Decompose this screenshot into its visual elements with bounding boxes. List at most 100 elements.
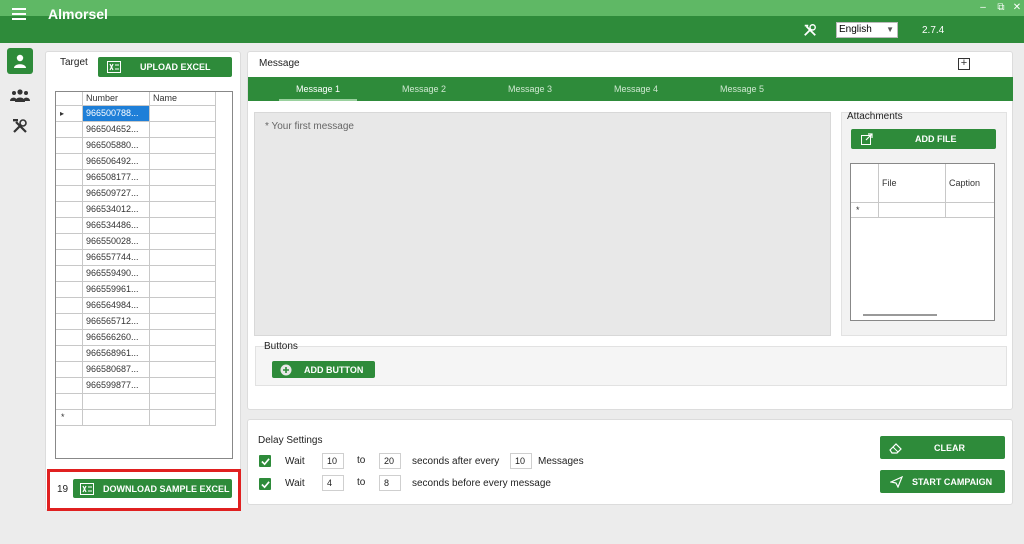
name-cell[interactable]: [150, 362, 216, 378]
name-cell[interactable]: [150, 330, 216, 346]
number-cell[interactable]: [83, 394, 150, 410]
sidebar-item-tools[interactable]: [7, 113, 33, 139]
name-cell[interactable]: [150, 154, 216, 170]
number-cell[interactable]: 966568961...: [83, 346, 150, 362]
name-cell[interactable]: [150, 314, 216, 330]
row-selector[interactable]: [56, 330, 83, 346]
row-selector[interactable]: [56, 282, 83, 298]
name-cell[interactable]: [150, 234, 216, 250]
number-cell[interactable]: 966580687...: [83, 362, 150, 378]
number-cell[interactable]: 966559961...: [83, 282, 150, 298]
row-header-cell: [851, 164, 879, 203]
number-cell[interactable]: 966509727...: [83, 186, 150, 202]
add-file-button[interactable]: ADD FILE: [851, 129, 996, 149]
numbers-table[interactable]: Number Name ▸ 966500788... 966504652... 96650…: [55, 91, 233, 459]
delay-after-min-input[interactable]: 10: [322, 453, 344, 469]
row-selector[interactable]: ▸: [56, 106, 83, 122]
hamburger-menu-icon[interactable]: [12, 6, 26, 20]
app-version: 2.7.4: [922, 25, 945, 36]
number-cell[interactable]: 966534012...: [83, 202, 150, 218]
row-selector[interactable]: [56, 234, 83, 250]
number-cell[interactable]: 966557744...: [83, 250, 150, 266]
number-cell[interactable]: 966566260...: [83, 330, 150, 346]
name-cell[interactable]: [150, 298, 216, 314]
delay-before-min-input[interactable]: 4: [322, 475, 344, 491]
row-selector[interactable]: [56, 346, 83, 362]
delay-after-checkbox[interactable]: [259, 455, 271, 467]
row-selector[interactable]: [56, 202, 83, 218]
attachments-table[interactable]: File Caption *: [850, 163, 995, 321]
column-header-name: Name: [150, 92, 216, 106]
tab-message-5[interactable]: Message 5: [689, 77, 795, 101]
name-cell[interactable]: [150, 202, 216, 218]
row-selector[interactable]: [56, 122, 83, 138]
row-selector[interactable]: [56, 394, 83, 410]
row-selector[interactable]: [56, 362, 83, 378]
name-cell[interactable]: [150, 170, 216, 186]
close-button[interactable]: ✕: [1008, 0, 1024, 16]
name-cell[interactable]: [150, 106, 216, 122]
row-selector[interactable]: [56, 314, 83, 330]
number-cell[interactable]: 966564984...: [83, 298, 150, 314]
minimize-button[interactable]: ‒: [974, 0, 992, 16]
buttons-label: Buttons: [264, 341, 298, 352]
number-cell[interactable]: [83, 410, 150, 426]
number-cell[interactable]: 966504652...: [83, 122, 150, 138]
tab-message-1[interactable]: Message 1: [265, 77, 371, 101]
row-selector[interactable]: [56, 186, 83, 202]
name-cell[interactable]: [150, 122, 216, 138]
settings-tools-icon[interactable]: [796, 16, 824, 43]
row-selector[interactable]: [56, 298, 83, 314]
name-cell[interactable]: [150, 266, 216, 282]
name-cell[interactable]: [150, 378, 216, 394]
row-selector[interactable]: [56, 378, 83, 394]
clear-button[interactable]: CLEAR: [880, 436, 1005, 459]
name-cell[interactable]: [150, 410, 216, 426]
number-cell[interactable]: 966565712...: [83, 314, 150, 330]
number-cell[interactable]: 966506492...: [83, 154, 150, 170]
tab-message-2[interactable]: Message 2: [371, 77, 477, 101]
horizontal-scrollbar[interactable]: [863, 314, 937, 316]
number-cell[interactable]: 966599877...: [83, 378, 150, 394]
start-campaign-button[interactable]: START CAMPAIGN: [880, 470, 1005, 493]
sidebar-item-person[interactable]: [7, 48, 33, 74]
tab-message-4[interactable]: Message 4: [583, 77, 689, 101]
tab-message-3[interactable]: Message 3: [477, 77, 583, 101]
number-cell[interactable]: 966550028...: [83, 234, 150, 250]
number-cell[interactable]: 966559490...: [83, 266, 150, 282]
row-selector[interactable]: [56, 154, 83, 170]
app-title: Almorsel: [48, 6, 108, 22]
wait-label: Wait: [285, 456, 305, 467]
row-selector[interactable]: [56, 170, 83, 186]
language-select[interactable]: English ▼: [836, 22, 898, 38]
number-cell[interactable]: 966508177...: [83, 170, 150, 186]
name-cell[interactable]: [150, 394, 216, 410]
message-textarea[interactable]: * Your first message: [254, 112, 831, 336]
add-button-button[interactable]: ADD BUTTON: [272, 361, 375, 378]
caption-cell[interactable]: [946, 203, 994, 218]
name-cell[interactable]: [150, 186, 216, 202]
row-selector[interactable]: [56, 218, 83, 234]
name-cell[interactable]: [150, 346, 216, 362]
sidebar-item-groups[interactable]: [7, 82, 33, 108]
number-cell[interactable]: 966500788...: [83, 106, 150, 122]
row-selector[interactable]: [56, 266, 83, 282]
add-message-tab-icon[interactable]: +: [958, 58, 970, 70]
name-cell[interactable]: [150, 250, 216, 266]
plus-circle-icon: [278, 364, 294, 376]
number-cell[interactable]: 966505880...: [83, 138, 150, 154]
delay-after-max-input[interactable]: 20: [379, 453, 401, 469]
name-cell[interactable]: [150, 282, 216, 298]
messages-count-input[interactable]: 10: [510, 453, 532, 469]
upload-excel-button[interactable]: UPLOAD EXCEL: [98, 57, 232, 77]
row-selector[interactable]: [56, 250, 83, 266]
name-cell[interactable]: [150, 138, 216, 154]
tools-icon: [13, 119, 27, 133]
delay-before-checkbox[interactable]: [259, 478, 271, 490]
delay-before-max-input[interactable]: 8: [379, 475, 401, 491]
row-selector[interactable]: [56, 138, 83, 154]
file-cell[interactable]: [879, 203, 946, 218]
name-cell[interactable]: [150, 218, 216, 234]
window-titlebar: [0, 0, 1024, 16]
number-cell[interactable]: 966534486...: [83, 218, 150, 234]
